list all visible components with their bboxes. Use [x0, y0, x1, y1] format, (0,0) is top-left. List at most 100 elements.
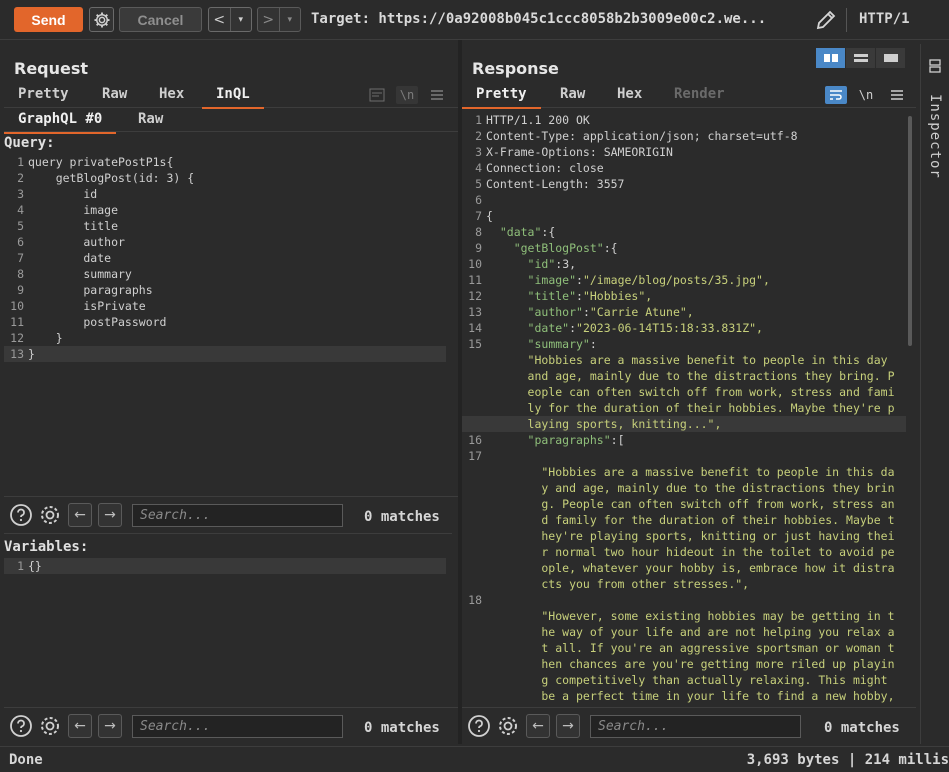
layout-split-vertical-button[interactable] [846, 48, 875, 68]
pretty-print-icon[interactable] [366, 86, 388, 104]
back-button[interactable]: < [209, 8, 230, 31]
split-handle[interactable] [4, 533, 452, 537]
code-line[interactable]: 3 X-Frame-Options: SAMEORIGIN [462, 144, 906, 160]
code-line[interactable]: 13 "author":"Carrie Atune", [462, 304, 906, 320]
code-line[interactable]: be a perfect time in your life to find a… [462, 688, 906, 704]
code-line[interactable]: 9 "getBlogPost":{ [462, 240, 906, 256]
back-button-group[interactable]: < ▾ [208, 7, 252, 32]
forward-button[interactable]: > [258, 8, 279, 31]
layout-split-horizontal-button[interactable] [816, 48, 845, 68]
help-icon[interactable] [9, 503, 33, 527]
help-icon[interactable] [9, 714, 33, 738]
code-line[interactable]: 11 "image":"/image/blog/posts/35.jpg", [462, 272, 906, 288]
code-line[interactable]: t all. If you're an aggressive sportsman… [462, 640, 906, 656]
menu-icon[interactable] [426, 86, 448, 104]
tab-render[interactable]: Render [674, 86, 725, 102]
forward-button-group[interactable]: > ▾ [257, 7, 301, 32]
code-line[interactable]: 15 "summary": [462, 336, 906, 352]
next-match-button[interactable]: → [98, 503, 122, 527]
code-line[interactable]: 11 postPassword [4, 314, 446, 330]
tab-pretty[interactable]: Pretty [18, 86, 69, 102]
pencil-icon[interactable] [814, 8, 838, 32]
newline-toggle-icon[interactable]: \n [396, 86, 418, 104]
previous-match-button[interactable]: ← [68, 714, 92, 738]
previous-match-button[interactable]: ← [68, 503, 92, 527]
code-line[interactable]: 5 title [4, 218, 446, 234]
cancel-button[interactable]: Cancel [119, 7, 202, 32]
code-line[interactable]: g. People can often switch off from work… [462, 496, 906, 512]
code-line[interactable]: 4 image [4, 202, 446, 218]
http-version-selector[interactable]: HTTP/1 [859, 11, 910, 27]
code-line[interactable]: 12 } [4, 330, 446, 346]
previous-match-button[interactable]: ← [526, 714, 550, 738]
code-line[interactable]: eople can often switch off from work, st… [462, 384, 906, 400]
inspector-label[interactable]: Inspector [927, 94, 943, 179]
subtab-graphql-0[interactable]: GraphQL #0 [3, 111, 117, 134]
code-line[interactable]: 12 "title":"Hobbies", [462, 288, 906, 304]
back-history-dropdown[interactable]: ▾ [229, 8, 252, 31]
pretty-print-icon[interactable] [825, 86, 847, 104]
newline-toggle-icon[interactable]: \n [855, 86, 877, 104]
code-line[interactable]: 10 isPrivate [4, 298, 446, 314]
gear-icon[interactable] [38, 503, 62, 527]
code-line[interactable]: 2 Content-Type: application/json; charset… [462, 128, 906, 144]
variables-search-input[interactable] [132, 715, 343, 738]
code-line[interactable]: 17 [462, 448, 906, 464]
response-scrollbar[interactable] [908, 116, 912, 346]
response-search-input[interactable] [590, 715, 801, 738]
code-line[interactable]: 5 Content-Length: 3557 [462, 176, 906, 192]
code-line[interactable]: 16 "paragraphs":[ [462, 432, 906, 448]
code-line[interactable]: 3 id [4, 186, 446, 202]
code-line[interactable]: 9 paragraphs [4, 282, 446, 298]
menu-icon[interactable] [886, 86, 908, 104]
tab-hex[interactable]: Hex [617, 86, 642, 102]
tab-raw[interactable]: Raw [560, 86, 585, 102]
code-line[interactable]: and age, mainly due to the distractions … [462, 368, 906, 384]
code-line[interactable]: "However, some existing hobbies may be g… [462, 608, 906, 624]
code-line[interactable]: hey're playing sports, knitting or just … [462, 528, 906, 544]
code-line[interactable]: cts you from other stresses.", [462, 576, 906, 592]
code-line[interactable]: ly for the duration of their hobbies. Ma… [462, 400, 906, 416]
help-icon[interactable] [467, 714, 491, 738]
code-line[interactable]: laying sports, knitting...", [462, 416, 906, 432]
response-editor[interactable]: 1 HTTP/1.1 200 OK 2 Content-Type: applicati… [462, 112, 908, 706]
code-line[interactable]: 1 {} [4, 558, 446, 574]
tab-hex[interactable]: Hex [159, 86, 184, 102]
code-line[interactable]: 1 query privatePostP1s{ [4, 154, 446, 170]
code-line[interactable]: 2 getBlogPost(id: 3) { [4, 170, 446, 186]
code-line[interactable]: 7 date [4, 250, 446, 266]
code-line[interactable]: he way of your life and are not helping … [462, 624, 906, 640]
code-line[interactable]: r normal two hour hideout in the toilet … [462, 544, 906, 560]
code-line[interactable]: 18 [462, 592, 906, 608]
next-match-button[interactable]: → [98, 714, 122, 738]
forward-history-dropdown[interactable]: ▾ [278, 8, 301, 31]
query-editor[interactable]: 1 query privatePostP1s{2 getBlogPost(id: … [4, 154, 452, 494]
code-line[interactable]: 6 author [4, 234, 446, 250]
query-search-input[interactable] [132, 504, 343, 527]
layout-tabs-button[interactable] [876, 48, 905, 68]
code-line[interactable]: 14 "date":"2023-06-14T15:18:33.831Z", [462, 320, 906, 336]
request-settings-button[interactable] [89, 7, 114, 32]
code-line[interactable]: "Hobbies are a massive benefit to people… [462, 464, 906, 480]
code-line[interactable]: g competitively than actually relaxing. … [462, 672, 906, 688]
code-line[interactable]: 8 "data":{ [462, 224, 906, 240]
code-line[interactable]: 4 Connection: close [462, 160, 906, 176]
variables-editor[interactable]: 1 {} [4, 558, 452, 706]
code-line[interactable]: 7{ [462, 208, 906, 224]
code-line[interactable]: "Hobbies are a massive benefit to people… [462, 352, 906, 368]
inspector-sidebar[interactable]: Inspector [920, 44, 949, 744]
code-line[interactable]: 6 [462, 192, 906, 208]
send-button[interactable]: Send [14, 7, 83, 32]
code-line[interactable]: ople, whatever your hobby is, embrace ho… [462, 560, 906, 576]
code-line[interactable]: y and age, mainly due to the distraction… [462, 480, 906, 496]
code-line[interactable]: 10 "id":3, [462, 256, 906, 272]
code-line[interactable]: 1 HTTP/1.1 200 OK [462, 112, 906, 128]
code-line[interactable]: 8 summary [4, 266, 446, 282]
code-line[interactable]: hen chances are you're getting more rile… [462, 656, 906, 672]
tab-pretty[interactable]: Pretty [462, 86, 541, 109]
tab-raw[interactable]: Raw [102, 86, 127, 102]
subtab-raw[interactable]: Raw [138, 111, 163, 127]
gear-icon[interactable] [38, 714, 62, 738]
tab-inql[interactable]: InQL [202, 86, 264, 109]
gear-icon[interactable] [496, 714, 520, 738]
